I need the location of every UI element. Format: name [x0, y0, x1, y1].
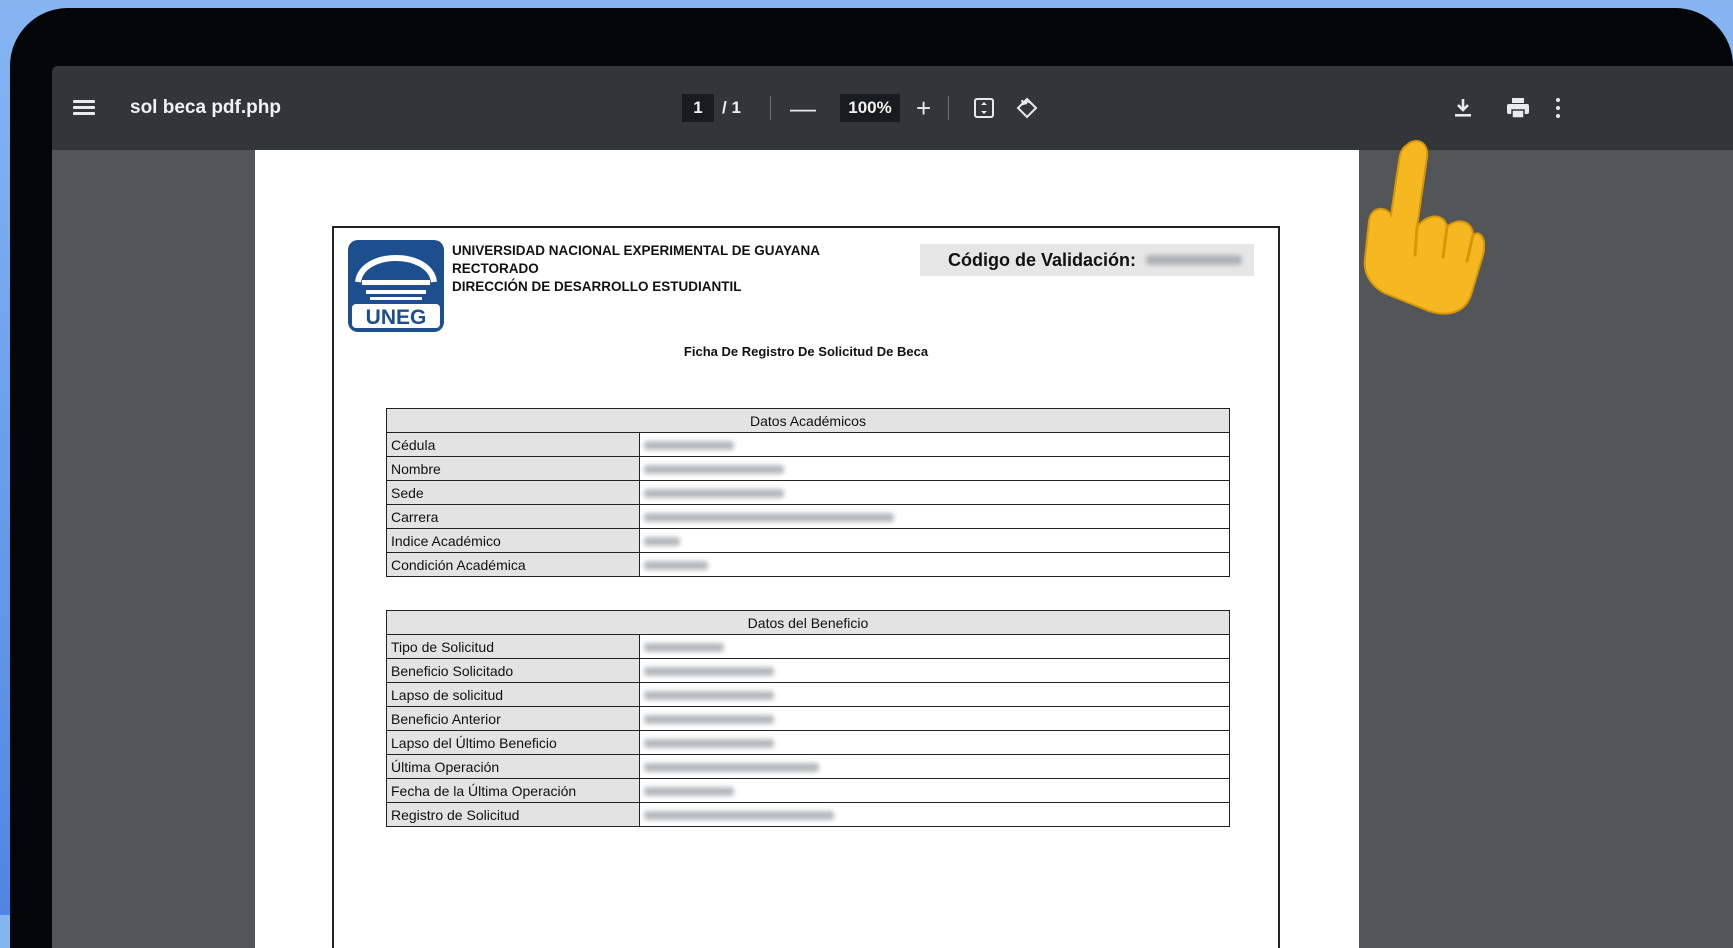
- uneg-logo-icon: UNEG: [348, 240, 444, 332]
- row-label: Lapso del Último Beneficio: [386, 730, 640, 755]
- toolbar-divider: [770, 96, 771, 120]
- row-label: Cédula: [386, 432, 640, 457]
- zoom-out-button[interactable]: —: [790, 66, 816, 150]
- redacted-value: [644, 440, 734, 450]
- rotate-icon[interactable]: [1014, 66, 1040, 150]
- table-row: Tipo de Solicitud: [386, 634, 1230, 659]
- redacted-value: [644, 560, 708, 570]
- redacted-value: [644, 714, 774, 724]
- form-title: Ficha De Registro De Solicitud De Beca: [683, 344, 929, 359]
- redacted-value: [644, 512, 894, 522]
- validation-code-redacted: [1146, 255, 1243, 265]
- row-label: Beneficio Anterior: [386, 706, 640, 731]
- zoom-in-button[interactable]: +: [916, 66, 931, 150]
- table-row: Lapso de solicitud: [386, 682, 1230, 707]
- table-row: Fecha de la Última Operación: [386, 778, 1230, 803]
- redacted-value: [644, 738, 774, 748]
- print-icon[interactable]: [1505, 66, 1531, 150]
- table-row: Nombre: [386, 456, 1230, 481]
- academic-data-table: Datos Académicos Cédula Nombre Sede Carr…: [386, 408, 1230, 577]
- page-number-input[interactable]: 1: [682, 94, 714, 122]
- page-total: / 1: [722, 98, 741, 117]
- row-label: Registro de Solicitud: [386, 802, 640, 827]
- row-label: Tipo de Solicitud: [386, 634, 640, 659]
- pdf-page: UNEG UNIVERSIDAD NACIONAL EXPERIMENTAL D…: [255, 150, 1359, 948]
- benefit-data-table: Datos del Beneficio Tipo de Solicitud Be…: [386, 610, 1230, 827]
- fit-page-icon[interactable]: [972, 66, 996, 150]
- table-row: Indice Académico: [386, 528, 1230, 553]
- redacted-value: [644, 666, 774, 676]
- row-label: Carrera: [386, 504, 640, 529]
- institution-heading: UNIVERSIDAD NACIONAL EXPERIMENTAL DE GUA…: [452, 242, 820, 296]
- table-row: Condición Académica: [386, 552, 1230, 577]
- row-label: Lapso de solicitud: [386, 682, 640, 707]
- redacted-value: [644, 488, 784, 498]
- pointing-hand-icon: [1363, 140, 1485, 315]
- row-label: Última Operación: [386, 754, 640, 779]
- redacted-value: [644, 762, 819, 772]
- redacted-value: [644, 536, 680, 546]
- document-frame: UNEG UNIVERSIDAD NACIONAL EXPERIMENTAL D…: [332, 226, 1280, 948]
- redacted-value: [644, 642, 724, 652]
- rectorado-label: RECTORADO: [452, 261, 539, 276]
- toolbar-divider: [948, 96, 949, 120]
- row-label: Indice Académico: [386, 528, 640, 553]
- benefit-table-header: Datos del Beneficio: [386, 610, 1230, 635]
- row-label: Sede: [386, 480, 640, 505]
- redacted-value: [644, 786, 734, 796]
- table-row: Lapso del Último Beneficio: [386, 730, 1230, 755]
- table-row: Registro de Solicitud: [386, 802, 1230, 827]
- row-label: Fecha de la Última Operación: [386, 778, 640, 803]
- redacted-value: [644, 690, 774, 700]
- row-label: Beneficio Solicitado: [386, 658, 640, 683]
- table-row: Última Operación: [386, 754, 1230, 779]
- row-label: Nombre: [386, 456, 640, 481]
- row-label: Condición Académica: [386, 552, 640, 577]
- validation-code-label: Código de Validación:: [948, 249, 1137, 270]
- menu-icon[interactable]: [70, 66, 98, 150]
- redacted-value: [644, 464, 784, 474]
- svg-text:UNEG: UNEG: [366, 306, 427, 329]
- table-row: Beneficio Solicitado: [386, 658, 1230, 683]
- validation-code-box: Código de Validación:: [920, 244, 1254, 276]
- department-name: DIRECCIÓN DE DESARROLLO ESTUDIANTIL: [452, 279, 742, 294]
- table-row: Sede: [386, 480, 1230, 505]
- academic-table-header: Datos Académicos: [386, 408, 1230, 433]
- document-title: sol beca pdf.php: [130, 97, 281, 118]
- table-row: Beneficio Anterior: [386, 706, 1230, 731]
- zoom-level-input[interactable]: 100%: [840, 94, 900, 122]
- table-row: Carrera: [386, 504, 1230, 529]
- redacted-value: [644, 810, 834, 820]
- more-icon[interactable]: [1554, 66, 1562, 150]
- table-row: Cédula: [386, 432, 1230, 457]
- university-name: UNIVERSIDAD NACIONAL EXPERIMENTAL DE GUA…: [452, 243, 821, 258]
